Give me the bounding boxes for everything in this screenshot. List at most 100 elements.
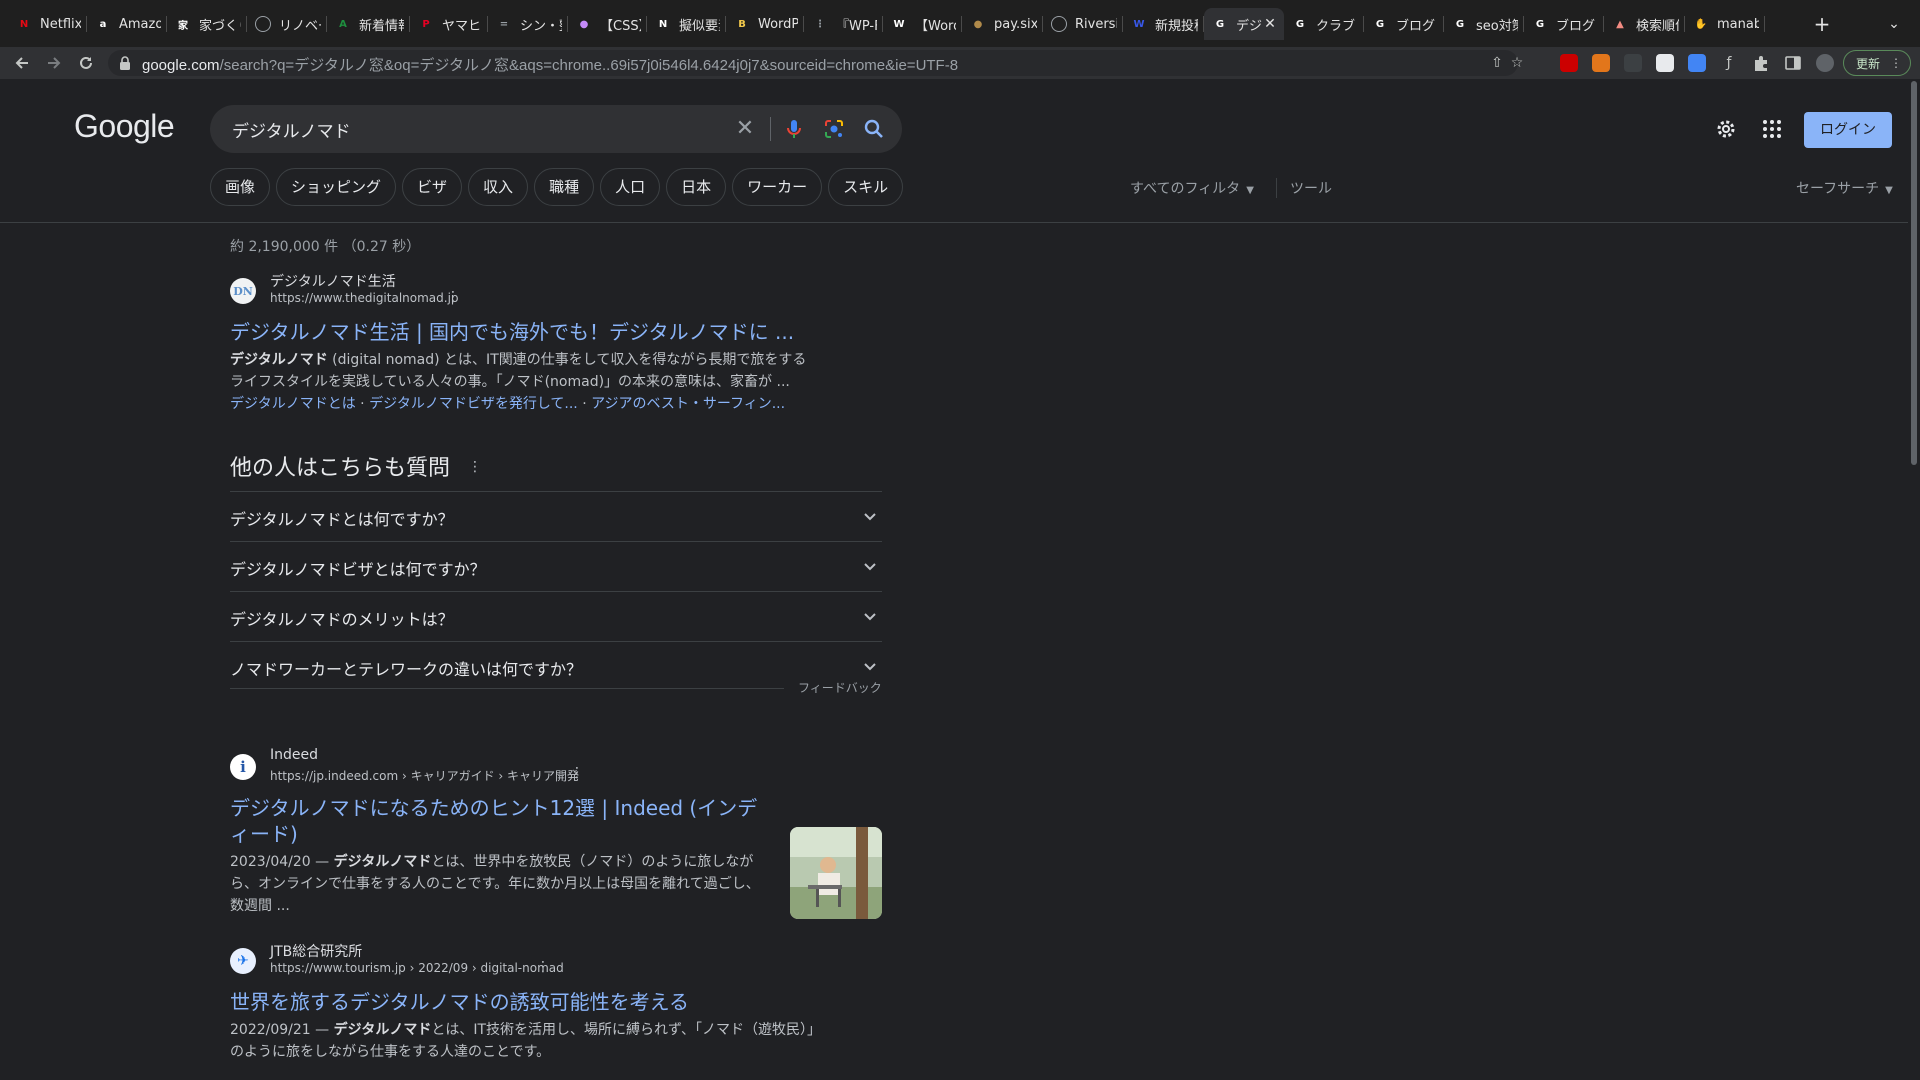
more-options-icon[interactable]: ⋮ — [468, 459, 482, 475]
forward-arrow-icon[interactable] — [42, 51, 66, 75]
browser-tab[interactable]: = シン・整 — [488, 8, 568, 40]
clear-icon[interactable]: ✕ — [733, 117, 757, 141]
paa-question[interactable]: デジタルノマドとは何ですか？ — [230, 491, 882, 541]
filter-chip[interactable]: ショッピング — [276, 168, 397, 206]
all-filters-dropdown[interactable]: すべてのフィルタ ▼ — [1130, 178, 1254, 198]
translate-extension-icon[interactable] — [1688, 54, 1706, 72]
browser-tab[interactable]: G デジ ✕ — [1204, 8, 1284, 40]
result-title-link[interactable]: デジタルノマド生活 | 国内でも海外でも！デジタルノマドに ... — [230, 319, 820, 345]
tab-title: 【Word — [915, 18, 956, 34]
filter-chip[interactable]: 収入 — [468, 168, 529, 206]
filter-chip[interactable]: 職種 — [534, 168, 595, 206]
filter-chip[interactable]: スキル — [828, 168, 904, 206]
side-panel-icon[interactable] — [1784, 54, 1802, 72]
chevron-down-icon[interactable] — [862, 608, 878, 624]
search-box[interactable]: デジタルノマド ✕ — [210, 105, 902, 153]
browser-tab[interactable]: a Amazon — [87, 8, 167, 40]
youtube-extension-icon[interactable] — [1560, 54, 1578, 72]
result-source[interactable]: ✈ JTB総合研究所 https://www.tourism.jp › 2022… — [230, 941, 820, 981]
new-tab-button[interactable]: + — [1808, 10, 1836, 38]
scrollbar-thumb[interactable] — [1911, 81, 1917, 465]
reload-icon[interactable] — [74, 51, 98, 75]
more-options-icon[interactable]: ⋮ — [536, 959, 550, 975]
page-scrollbar[interactable] — [1908, 79, 1920, 1080]
paa-question[interactable]: デジタルノマドビザとは何ですか？ — [230, 541, 882, 591]
extension-icon[interactable] — [1624, 54, 1642, 72]
address-url[interactable]: google.com/search?q=デジタルノ窓&oq=デジタルノ窓&aqs… — [142, 54, 958, 75]
feedback-link[interactable]: フィードバック — [798, 679, 882, 696]
sitelink[interactable]: デジタルノマドビザを発行して... — [369, 396, 578, 412]
chevron-down-icon[interactable] — [862, 558, 878, 574]
google-lens-icon[interactable] — [822, 117, 846, 141]
tab-title: Amazon — [119, 16, 161, 32]
bookmark-star-icon[interactable]: ☆ — [1508, 54, 1526, 72]
paa-question[interactable]: ノマドワーカーとテレワークの違いは何ですか？ — [230, 641, 882, 691]
chatgpt-extension-icon[interactable] — [1656, 54, 1674, 72]
lock-icon[interactable] — [118, 55, 132, 71]
browser-tab[interactable]: ⋮ 『WP-F — [804, 8, 883, 40]
tab-list: N Netflix a Amazon 家家づくり リノベー A 新着情報 P ヤマヒロ = シン・整 ●… — [8, 8, 1765, 40]
sitelink[interactable]: デジタルノマドとは — [230, 396, 356, 412]
result-source[interactable]: DN デジタルノマド生活 https://www.thedigitalnomad… — [230, 271, 820, 311]
search-result: ✈ JTB総合研究所 https://www.tourism.jp › 2022… — [230, 941, 820, 1063]
filter-chip[interactable]: 日本 — [666, 168, 727, 206]
paa-question-text: デジタルノマドとは何ですか？ — [230, 510, 454, 529]
more-options-icon[interactable]: ⋮ — [446, 289, 460, 305]
login-button[interactable]: ログイン — [1804, 112, 1892, 148]
search-input[interactable]: デジタルノマド — [232, 117, 351, 142]
sitelink[interactable]: アジアのベスト・サーフィン... — [591, 396, 785, 412]
browser-tab[interactable]: ● pay.six — [962, 8, 1043, 40]
browser-tab[interactable]: G クラブ — [1284, 8, 1364, 40]
browser-tab[interactable]: P ヤマヒロ — [410, 8, 488, 40]
metamask-extension-icon[interactable] — [1592, 54, 1610, 72]
result-title-link[interactable]: 世界を旅するデジタルノマドの誘致可能性を考える — [230, 989, 820, 1015]
browser-tab[interactable]: B WordPr — [726, 8, 804, 40]
filter-chip[interactable]: 人口 — [600, 168, 661, 206]
microphone-icon[interactable] — [782, 117, 806, 141]
browser-tab[interactable]: Gseo対策 — [1444, 8, 1524, 40]
paa-question[interactable]: デジタルノマドのメリットは？ — [230, 591, 882, 641]
tab-title: 新規投稿 — [1155, 18, 1198, 34]
font-extension-icon[interactable]: ƒ — [1720, 54, 1738, 72]
browser-tab[interactable]: 家家づくり — [167, 8, 247, 40]
tab-title: ブログ — [1396, 18, 1436, 34]
result-thumbnail-image[interactable] — [790, 827, 882, 919]
browser-tab[interactable]: W 【Word — [883, 8, 962, 40]
browser-tab[interactable]: A 新着情報 — [327, 8, 410, 40]
browser-tab[interactable]: Riversi — [1043, 8, 1123, 40]
browser-tab[interactable]: W 新規投稿 — [1123, 8, 1204, 40]
search-icon[interactable] — [862, 117, 886, 141]
chevron-down-icon[interactable] — [862, 508, 878, 524]
browser-tab[interactable]: N 擬似要素 — [647, 8, 726, 40]
share-icon[interactable]: ⇧ — [1488, 54, 1506, 72]
safesearch-dropdown[interactable]: セーフサーチ ▼ — [1796, 178, 1893, 198]
browser-tab[interactable]: ● 【CSS】 — [568, 8, 647, 40]
paa-question-text: ノマドワーカーとテレワークの違いは何ですか？ — [230, 660, 583, 679]
more-options-icon[interactable]: ⋮ — [570, 765, 584, 781]
tab-search-chevron-icon[interactable]: ⌄ — [1880, 10, 1908, 38]
back-arrow-icon[interactable] — [10, 51, 34, 75]
gear-icon[interactable] — [1714, 117, 1738, 141]
filter-chip[interactable]: 画像 — [210, 168, 271, 206]
profile-avatar-icon[interactable] — [1816, 54, 1834, 72]
update-button[interactable]: 更新 ⋮ — [1843, 50, 1911, 76]
browser-tab[interactable]: G ブログ — [1524, 8, 1604, 40]
browser-tab[interactable]: G ブログ — [1364, 8, 1444, 40]
google-logo[interactable]: Google — [74, 108, 175, 145]
filter-chip[interactable]: ワーカー — [732, 168, 823, 206]
browser-tab[interactable]: N Netflix — [8, 8, 87, 40]
chevron-down-icon[interactable] — [862, 658, 878, 674]
result-source[interactable]: i Indeed https://jp.indeed.com › キャリアガイド… — [230, 747, 820, 787]
cat-icon: ● — [579, 18, 589, 30]
filter-chip[interactable]: ビザ — [402, 168, 463, 206]
puzzle-extensions-icon[interactable] — [1752, 54, 1770, 72]
browser-tab[interactable]: ✋ manab — [1685, 8, 1765, 40]
apps-grid-icon[interactable] — [1760, 117, 1784, 141]
result-snippet: 2022/09/21 — デジタルノマドとは、IT技術を活用し、場所に縛られず、… — [230, 1019, 820, 1063]
browser-tab[interactable]: ▲ 検索順位 — [1604, 8, 1685, 40]
result-title-link[interactable]: デジタルノマドになるためのヒント12選 | Indeed (インディード) — [230, 795, 770, 847]
tools-button[interactable]: ツール — [1290, 178, 1332, 198]
tab-close-icon[interactable]: ✕ — [1262, 16, 1278, 32]
address-bar[interactable]: google.com/search?q=デジタルノ窓&oq=デジタルノ窓&aqs… — [108, 50, 1523, 76]
browser-tab[interactable]: リノベー — [247, 8, 327, 40]
